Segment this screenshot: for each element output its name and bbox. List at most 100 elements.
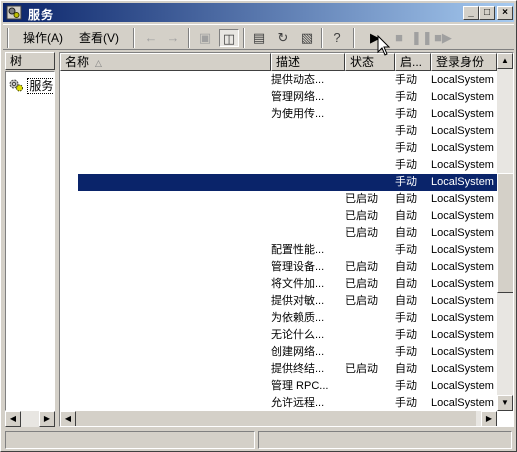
tree-horizontal-scrollbar[interactable]: ◀ ▶ xyxy=(5,411,55,427)
tree-header[interactable]: 树 xyxy=(5,52,55,70)
show-hide-tree-icon[interactable]: ◫ xyxy=(219,29,239,47)
service-startup-type: 手动 xyxy=(395,74,417,86)
service-row[interactable]: QoS RSVP为依赖质...手动LocalSystem xyxy=(60,310,497,327)
service-startup-type: 自动 xyxy=(395,295,417,307)
service-row[interactable]: Remote Procedure Call (RPC)提供终结...已启动自动L… xyxy=(60,361,497,378)
scroll-right-arrow-icon[interactable]: ▶ xyxy=(481,411,497,426)
service-startup-type: 手动 xyxy=(395,244,417,256)
service-logon-as: LocalSystem xyxy=(431,74,494,86)
services-window: 服务 _ □ × 操作(A) 查看(V) ← → ▣ ◫ ▤ ↻ ▧ ? ▶ ■… xyxy=(0,0,517,452)
services-list[interactable]: 名称△ 描述 状态 启... 登录身份 Network DDE提供动态...手动… xyxy=(59,52,514,427)
service-startup-type: 自动 xyxy=(395,363,417,375)
column-header-logon-as[interactable]: 登录身份 xyxy=(431,53,497,71)
service-description: 为依赖质... xyxy=(271,312,325,324)
toolbar-separator xyxy=(353,28,355,48)
scroll-left-arrow-icon[interactable]: ◀ xyxy=(60,411,76,426)
tree-item-services[interactable]: 服务 xyxy=(8,77,54,94)
service-row[interactable]: Remote Access Connection Manager创建网络...手… xyxy=(60,344,497,361)
service-status: 已启动 xyxy=(345,210,378,222)
service-startup-type: 手动 xyxy=(395,176,417,188)
service-logon-as: LocalSystem xyxy=(431,193,494,205)
service-logon-as: LocalSystem xyxy=(431,295,494,307)
service-startup-type: 手动 xyxy=(395,91,417,103)
stop-service-icon[interactable]: ■ xyxy=(389,29,409,47)
back-icon[interactable]: ← xyxy=(141,29,161,47)
menu-view[interactable]: 查看(V) xyxy=(73,29,125,47)
service-logon-as: LocalSystem xyxy=(431,329,494,341)
service-description: 提供终结... xyxy=(271,363,325,375)
service-description: 提供动态... xyxy=(271,74,325,86)
service-row[interactable]: OracleOraHome81DataGatherer手动LocalSystem xyxy=(60,157,497,174)
scroll-left-arrow-icon[interactable]: ◀ xyxy=(5,411,21,427)
service-row[interactable]: Remote Registry Service允许远程...手动LocalSys… xyxy=(60,395,497,412)
close-button[interactable]: × xyxy=(497,6,513,20)
up-folder-icon[interactable]: ▣ xyxy=(195,29,215,47)
scroll-right-arrow-icon[interactable]: ▶ xyxy=(39,411,55,427)
service-description: 创建网络... xyxy=(271,346,325,358)
service-description: 管理 RPC... xyxy=(271,380,329,392)
service-startup-type: 手动 xyxy=(395,312,417,324)
service-row[interactable]: Remote Access Auto Connection M...无论什么..… xyxy=(60,327,497,344)
service-logon-as: LocalSystem xyxy=(431,108,494,120)
sort-ascending-icon: △ xyxy=(95,58,102,68)
service-startup-type: 手动 xyxy=(395,142,417,154)
list-vertical-scrollbar[interactable]: ▲ ▼ xyxy=(497,53,513,411)
menu-action[interactable]: 操作(A) xyxy=(17,29,69,47)
services-gear-icon xyxy=(9,79,23,92)
service-logon-as: LocalSystem xyxy=(431,380,494,392)
service-logon-as: LocalSystem xyxy=(431,363,494,375)
service-description: 允许远程... xyxy=(271,397,325,409)
toolbar: 操作(A) 查看(V) ← → ▣ ◫ ▤ ↻ ▧ ? ▶ ■ ❚❚ ■▶ xyxy=(3,24,514,50)
scroll-up-arrow-icon[interactable]: ▲ xyxy=(497,53,513,69)
service-startup-type: 自动 xyxy=(395,261,417,273)
service-row[interactable]: OracleOraHome81ClientCache手动LocalSystem xyxy=(60,140,497,157)
service-description: 管理设备... xyxy=(271,261,325,273)
restart-service-icon[interactable]: ■▶ xyxy=(433,29,453,47)
toolbar-separator xyxy=(133,28,135,48)
service-row[interactable]: Protected Storage提供对敏...已启动自动LocalSystem xyxy=(60,293,497,310)
service-row[interactable]: OracleWebAssistant0已启动自动LocalSystem xyxy=(60,225,497,242)
window-title: 服务 xyxy=(28,8,55,22)
properties-icon[interactable]: ▤ xyxy=(249,29,269,47)
service-row[interactable]: OracleOraHome81TNSListener已启动自动LocalSyst… xyxy=(60,191,497,208)
service-description: 提供对敏... xyxy=(271,295,325,307)
tree-view[interactable]: 服务 xyxy=(5,71,55,411)
toolbar-separator xyxy=(321,28,323,48)
list-horizontal-scrollbar[interactable]: ◀ ▶ xyxy=(60,411,497,426)
column-header-name[interactable]: 名称 △ xyxy=(60,53,271,71)
service-logon-as: LocalSystem xyxy=(431,125,494,137)
scrollbar-thumb[interactable] xyxy=(76,411,476,426)
column-header-startup-type[interactable]: 启... xyxy=(395,53,431,71)
help-icon[interactable]: ? xyxy=(327,29,347,47)
service-row[interactable]: Performance Logs and Alerts配置性能...手动Loca… xyxy=(60,242,497,259)
service-startup-type: 手动 xyxy=(395,108,417,120)
service-row[interactable]: Plug and Play管理设备...已启动自动LocalSystem xyxy=(60,259,497,276)
export-list-icon[interactable]: ▧ xyxy=(297,29,317,47)
service-logon-as: LocalSystem xyxy=(431,210,494,222)
maximize-button[interactable]: □ xyxy=(479,6,495,20)
service-row[interactable]: OracleOraHome81ManagementServer手动LocalSy… xyxy=(60,174,497,191)
service-row[interactable]: OracleOraHome81Agent手动LocalSystem xyxy=(60,123,497,140)
service-row[interactable]: Network DDE提供动态...手动LocalSystem xyxy=(60,72,497,89)
service-row[interactable]: OracleServiceORADB已启动自动LocalSystem xyxy=(60,208,497,225)
service-row[interactable]: Remote Procedure Call (RPC) Locator管理 RP… xyxy=(60,378,497,395)
service-row[interactable]: Print Spooler将文件加...已启动自动LocalSystem xyxy=(60,276,497,293)
service-logon-as: LocalSystem xyxy=(431,397,494,409)
status-panel xyxy=(5,431,255,449)
service-row[interactable]: Network DDE DSDM管理网络...手动LocalSystem xyxy=(60,89,497,106)
service-row[interactable]: NT LM Security Support Provider为使用传...手动… xyxy=(60,106,497,123)
scrollbar-thumb[interactable] xyxy=(497,173,513,293)
service-startup-type: 手动 xyxy=(395,159,417,171)
scroll-down-arrow-icon[interactable]: ▼ xyxy=(497,395,513,411)
service-startup-type: 自动 xyxy=(395,227,417,239)
service-status: 已启动 xyxy=(345,363,378,375)
minimize-button[interactable]: _ xyxy=(463,6,479,20)
title-bar[interactable]: 服务 _ □ × xyxy=(3,3,514,22)
forward-icon[interactable]: → xyxy=(163,29,183,47)
service-startup-type: 自动 xyxy=(395,193,417,205)
pause-service-icon[interactable]: ❚❚ xyxy=(411,29,433,47)
column-header-description[interactable]: 描述 xyxy=(271,53,345,71)
tree-item-label: 服务 xyxy=(27,78,54,94)
toolbar-separator xyxy=(243,28,245,48)
refresh-icon[interactable]: ↻ xyxy=(273,29,293,47)
